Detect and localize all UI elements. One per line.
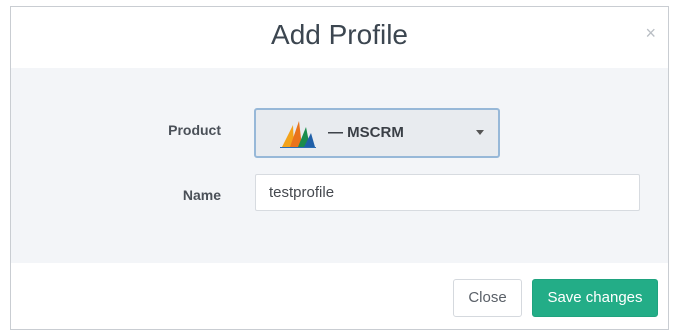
modal-body: Product — MSCRM Name	[11, 68, 668, 265]
close-icon[interactable]: ×	[645, 24, 656, 42]
product-selected-value: — MSCRM	[328, 124, 404, 141]
name-input[interactable]	[255, 174, 640, 211]
save-changes-button[interactable]: Save changes	[532, 279, 658, 317]
add-profile-modal: Add Profile × Product — MSCRM Name Close…	[10, 6, 669, 330]
modal-title: Add Profile	[271, 19, 408, 50]
name-label: Name	[182, 187, 221, 203]
product-label: Product	[168, 122, 221, 138]
close-button[interactable]: Close	[453, 279, 522, 317]
chevron-down-icon	[476, 130, 484, 135]
dynamics-crm-logo-icon	[280, 121, 316, 148]
product-select[interactable]: — MSCRM	[254, 108, 500, 158]
modal-header: Add Profile ×	[11, 7, 668, 69]
modal-footer: Close Save changes	[11, 263, 668, 329]
